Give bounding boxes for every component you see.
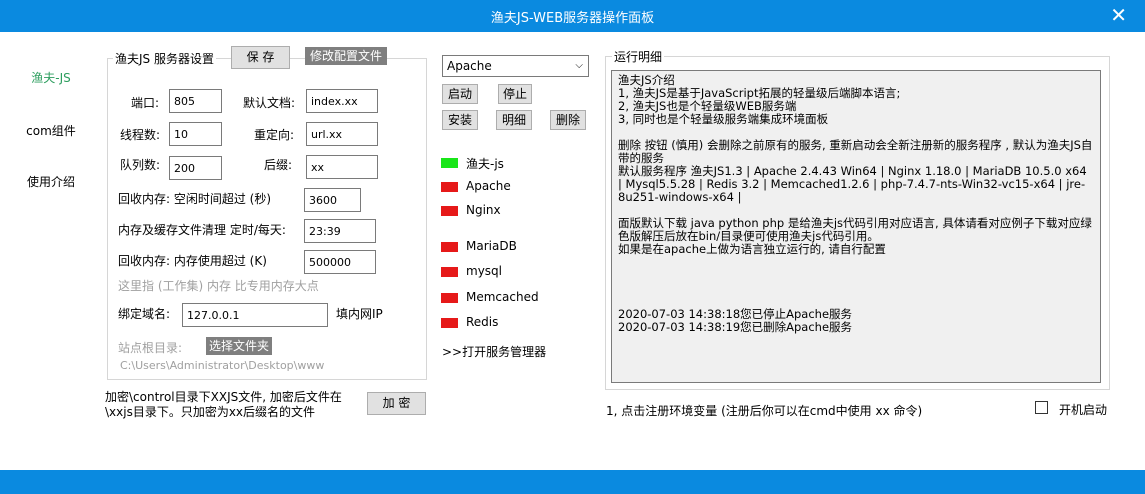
service-name: mysql <box>466 264 502 278</box>
service-item-redis[interactable]: Redis <box>441 315 581 331</box>
bind-label: 绑定域名: <box>118 307 171 321</box>
service-item-nginx[interactable]: Nginx <box>441 203 581 219</box>
mem-input[interactable] <box>304 250 376 274</box>
chevron-down-icon: ⌵ <box>575 60 583 71</box>
status-indicator <box>441 206 458 216</box>
log-line: 2020-07-03 14:38:19您已删除Apache服务 <box>618 320 853 334</box>
redirect-input[interactable] <box>306 122 378 146</box>
bind-domain-input[interactable] <box>182 303 328 327</box>
default-doc-input[interactable] <box>306 89 378 113</box>
edit-config-button[interactable]: 修改配置文件 <box>305 47 387 65</box>
log-line <box>618 282 1094 295</box>
title-bar: 渔夫JS-WEB服务器操作面板 ✕ <box>0 0 1145 32</box>
clear-time-input[interactable] <box>304 219 376 243</box>
log-line: 如果是在apache上做为语言独立运行的, 请自行配置 <box>618 242 886 256</box>
encrypt-button[interactable]: 加 密 <box>367 392 426 415</box>
threads-label: 线程数: <box>120 128 161 142</box>
close-icon[interactable]: ✕ <box>1110 4 1127 26</box>
stop-button[interactable]: 停止 <box>498 84 532 104</box>
nav-item-com[interactable]: com组件 <box>10 122 92 139</box>
bind-hint: 填内网IP <box>336 307 383 321</box>
queue-input[interactable] <box>169 156 222 180</box>
root-path: C:\Users\Administrator\Desktop\www <box>120 359 325 372</box>
service-select[interactable]: Apache ⌵ <box>442 55 589 77</box>
log-line <box>618 269 1094 282</box>
service-select-value: Apache <box>447 59 492 73</box>
suffix-input[interactable] <box>306 155 378 179</box>
threads-input[interactable] <box>169 122 222 146</box>
service-item-mariadb[interactable]: MariaDB <box>441 239 581 255</box>
clear-label: 内存及缓存文件清理 定时/每天: <box>118 223 286 237</box>
suffix-label: 后缀: <box>264 158 293 172</box>
idle-input[interactable] <box>304 188 361 212</box>
log-textarea[interactable]: 渔夫JS介绍 1, 渔夫JS是基于JavaScript拓展的轻量级后端脚本语言; 2… <box>611 70 1101 383</box>
mem-hint: 这里指 (工作集) 内存 比专用内存大点 <box>118 279 319 293</box>
log-line: 面版默认下载 java python php 是给渔夫js代码引用对应语言, 具… <box>618 216 1092 243</box>
log-line <box>618 256 1094 269</box>
status-indicator <box>441 182 458 192</box>
install-button[interactable]: 安装 <box>442 110 478 130</box>
redirect-label: 重定向: <box>254 128 295 142</box>
footer-bar <box>0 470 1145 494</box>
mem-label: 回收内存: 内存使用超过 (K) <box>118 254 267 268</box>
idle-label: 回收内存: 空闲时间超过 (秒) <box>118 192 272 206</box>
nav-item-yufu-js[interactable]: 渔夫-JS <box>10 69 92 86</box>
status-indicator <box>441 242 458 252</box>
detail-button[interactable]: 明细 <box>496 110 532 130</box>
service-name: MariaDB <box>466 239 517 253</box>
service-name: Apache <box>466 179 511 193</box>
status-indicator <box>441 267 458 277</box>
log-line: 删除 按钮 (慎用) 会删除之前原有的服务, 重新启动会全新注册新的服务程序 ,… <box>618 138 1093 165</box>
status-indicator <box>441 158 458 168</box>
service-item-mysql[interactable]: mysql <box>441 264 581 280</box>
register-env-text[interactable]: 1, 点击注册环境变量 (注册后你可以在cmd中使用 xx 命令) <box>606 402 922 419</box>
choose-folder-button[interactable]: 选择文件夹 <box>206 337 272 355</box>
start-button[interactable]: 启动 <box>442 84 478 104</box>
autostart-checkbox[interactable] <box>1035 401 1048 414</box>
port-input[interactable] <box>169 89 222 113</box>
service-name: Redis <box>466 315 499 329</box>
queue-label: 队列数: <box>120 158 161 172</box>
settings-legend: 渔夫JS 服务器设置 <box>113 50 216 67</box>
open-service-manager-link[interactable]: >>打开服务管理器 <box>442 343 546 360</box>
root-label: 站点根目录: <box>118 341 183 355</box>
save-button[interactable]: 保 存 <box>231 46 290 69</box>
port-label: 端口: <box>131 96 160 110</box>
service-name: 渔夫-js <box>466 157 504 171</box>
delete-button[interactable]: 删除 <box>550 110 586 130</box>
autostart-label: 开机启动 <box>1059 403 1108 417</box>
window-title: 渔夫JS-WEB服务器操作面板 <box>490 11 655 26</box>
service-name: Memcached <box>466 290 539 304</box>
status-indicator <box>441 293 458 303</box>
log-legend: 运行明细 <box>612 48 665 65</box>
log-line: 3, 同时也是个轻量级服务端集成环境面板 <box>618 112 829 126</box>
default-doc-label: 默认文档: <box>243 96 296 110</box>
service-name: Nginx <box>466 203 501 217</box>
service-item-yufu-js[interactable]: 渔夫-js <box>441 155 581 171</box>
status-indicator <box>441 318 458 328</box>
service-item-memcached[interactable]: Memcached <box>441 290 581 306</box>
nav-item-intro[interactable]: 使用介绍 <box>10 173 92 190</box>
service-item-apache[interactable]: Apache <box>441 179 581 195</box>
encrypt-description: 加密\control目录下XXJS文件, 加密后文件在\xxjs目录下。只加密为… <box>105 390 342 419</box>
log-line: 默认服务程序 渔夫JS1.3 | Apache 2.4.43 Win64 | N… <box>618 164 1091 204</box>
